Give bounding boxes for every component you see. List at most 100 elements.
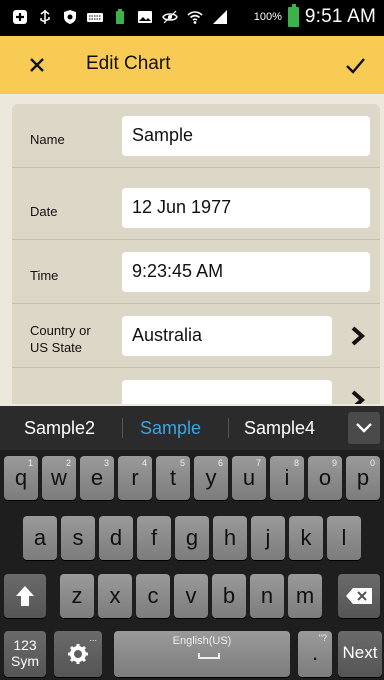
country-field[interactable]: Australia [122, 316, 332, 356]
keyboard: 1q2w3e4r5t6y7u8i9o0p asdfghjkl zxcvbnm 1… [0, 450, 384, 680]
key-label: f [150, 525, 158, 550]
key-label: t [169, 465, 177, 490]
period-hint: "? [318, 633, 327, 643]
suggestion-1[interactable]: Sample2 [24, 418, 95, 439]
key-i[interactable]: 8i [270, 456, 304, 500]
next-key[interactable]: Next [338, 631, 382, 677]
space-bar-key[interactable]: English(US) [114, 631, 290, 677]
partial-field[interactable] [122, 380, 332, 404]
key-hint: 4 [141, 458, 147, 468]
check-icon[interactable] [340, 50, 370, 80]
key-r[interactable]: 4r [118, 456, 152, 500]
suggestion-3[interactable]: Sample4 [244, 418, 315, 439]
key-label: r [131, 465, 139, 490]
key-h[interactable]: h [213, 516, 247, 560]
backspace-icon [346, 588, 372, 604]
gear-icon [68, 644, 88, 664]
shift-key[interactable] [4, 574, 46, 618]
key-label: m [295, 583, 315, 608]
next-row-partial [12, 368, 380, 404]
key-label: y [205, 465, 217, 490]
period-label: . [311, 640, 319, 665]
status-right: 100% 9:51 AM [254, 4, 376, 28]
date-field[interactable]: 12 Jun 1977 [122, 188, 370, 228]
key-j[interactable]: j [251, 516, 285, 560]
time-field[interactable]: 9:23:45 AM [122, 252, 370, 292]
chart-form: Name Sample Date 12 Jun 1977 Time 9:23:4… [12, 104, 380, 404]
chevron-down-icon[interactable] [348, 412, 380, 444]
key-hint: 8 [293, 458, 299, 468]
key-u[interactable]: 7u [232, 456, 266, 500]
country-row: Country or US State Australia [12, 304, 380, 368]
image-icon [138, 11, 152, 23]
key-label: q [14, 465, 28, 490]
status-bar: 100% 9:51 AM [0, 0, 384, 36]
settings-hint: ... [89, 633, 97, 643]
chevron-right-icon[interactable] [348, 324, 368, 348]
symbols-label-2: Sym [11, 653, 39, 669]
key-f[interactable]: f [137, 516, 171, 560]
key-label: p [356, 465, 370, 490]
key-d[interactable]: d [99, 516, 133, 560]
close-icon[interactable] [22, 50, 52, 80]
key-v[interactable]: v [174, 574, 208, 618]
key-l[interactable]: l [327, 516, 361, 560]
usb-icon [40, 10, 50, 24]
signal-icon [213, 10, 227, 24]
chevron-right-icon-2[interactable] [348, 388, 368, 404]
key-b[interactable]: b [212, 574, 246, 618]
space-language-label: English(US) [172, 635, 232, 647]
notification-icons [12, 9, 228, 25]
key-a[interactable]: a [23, 516, 57, 560]
key-label: v [185, 583, 197, 608]
key-label: s [72, 525, 84, 550]
time-row: Time 9:23:45 AM [12, 240, 380, 304]
date-row: Date 12 Jun 1977 [12, 176, 380, 240]
divider [228, 418, 229, 438]
key-hint: 9 [331, 458, 337, 468]
period-key[interactable]: "? . [298, 631, 332, 677]
key-p[interactable]: 0p [346, 456, 380, 500]
key-label: l [341, 525, 347, 550]
app-bar: Edit Chart [0, 36, 384, 94]
key-label: b [222, 583, 236, 608]
key-y[interactable]: 6y [194, 456, 228, 500]
key-s[interactable]: s [61, 516, 95, 560]
time-label: Time [30, 268, 59, 283]
key-t[interactable]: 5t [156, 456, 190, 500]
keyboard-icon [87, 13, 103, 22]
date-label: Date [30, 204, 58, 219]
add-icon [13, 10, 27, 24]
key-hint: 5 [179, 458, 185, 468]
name-field[interactable]: Sample [122, 116, 370, 156]
key-label: c [147, 583, 159, 608]
key-q[interactable]: 1q [4, 456, 38, 500]
key-label: i [284, 465, 290, 490]
suggestion-2[interactable]: Sample [140, 418, 201, 439]
key-e[interactable]: 3e [80, 456, 114, 500]
settings-key[interactable]: ... [54, 631, 102, 677]
battery-icon [287, 4, 299, 27]
key-o[interactable]: 9o [308, 456, 342, 500]
key-c[interactable]: c [136, 574, 170, 618]
name-row: Name Sample [12, 104, 380, 168]
key-g[interactable]: g [175, 516, 209, 560]
key-hint: 0 [369, 458, 375, 468]
key-label: j [265, 525, 271, 550]
key-z[interactable]: z [60, 574, 94, 618]
key-label: n [260, 583, 274, 608]
backspace-key[interactable] [338, 574, 380, 618]
key-k[interactable]: k [289, 516, 323, 560]
key-m[interactable]: m [288, 574, 322, 618]
key-w[interactable]: 2w [42, 456, 76, 500]
symbols-key[interactable]: 123 Sym [4, 631, 46, 677]
key-label: e [90, 465, 104, 490]
shift-icon [16, 586, 34, 606]
key-hint: 2 [65, 458, 71, 468]
key-label: k [300, 525, 312, 550]
key-n[interactable]: n [250, 574, 284, 618]
key-x[interactable]: x [98, 574, 132, 618]
key-hint: 6 [217, 458, 223, 468]
wifi-icon [187, 11, 203, 24]
key-label: g [185, 525, 199, 550]
